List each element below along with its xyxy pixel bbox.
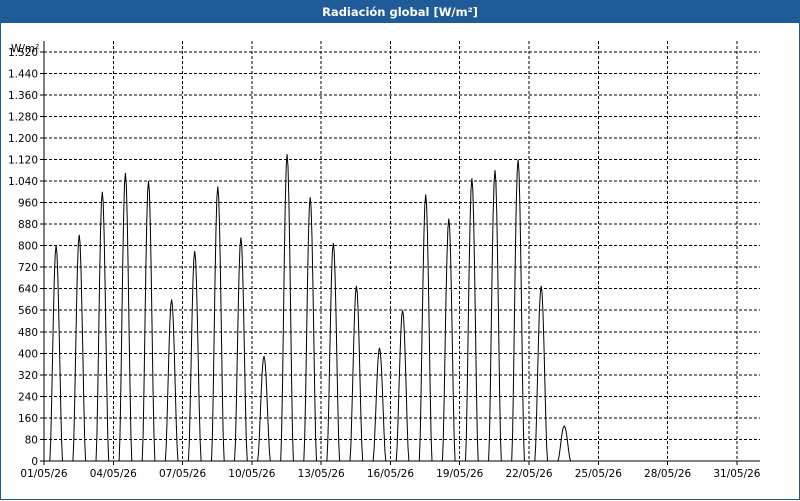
x-tick-label: 13/05/26 (298, 468, 345, 480)
grid-lines (44, 41, 760, 461)
x-tick-label: 04/05/26 (90, 468, 137, 480)
x-tick-label: 28/05/26 (644, 468, 691, 480)
x-tick-label: 16/05/26 (367, 468, 414, 480)
y-tick-label: 400 (18, 348, 38, 360)
y-tick-label: 240 (18, 391, 38, 403)
axes (40, 41, 760, 465)
y-tick-label: 1.440 (8, 68, 38, 80)
y-tick-label: 1.280 (8, 111, 38, 123)
y-tick-label: 1.120 (8, 154, 38, 166)
x-tick-label: 22/05/26 (505, 468, 552, 480)
x-tick-label: 31/05/26 (713, 468, 760, 480)
radiation-series (44, 154, 576, 462)
y-tick-label: 80 (25, 434, 38, 446)
radiation-line (44, 154, 576, 462)
x-tick-label: 10/05/26 (228, 468, 275, 480)
y-tick-label: 960 (18, 198, 38, 210)
y-tick-label: 320 (18, 370, 38, 382)
x-tick-label: 19/05/26 (436, 468, 483, 480)
y-axis-unit-label: W/m² (11, 43, 39, 55)
y-tick-labels: 0 80 160 240 320 400 480 560 640 720 800 880 960 1.04… (8, 47, 38, 468)
y-tick-label: 560 (18, 305, 38, 317)
y-tick-label: 0 (31, 456, 38, 468)
x-tick-labels: 01/05/26 04/05/26 07/05/26 10/05/26 13/05/26… (20, 468, 760, 480)
y-tick-label: 880 (18, 219, 38, 231)
y-tick-label: 480 (18, 327, 38, 339)
x-tick-label: 25/05/26 (575, 468, 622, 480)
y-tick-label: 1.200 (8, 133, 38, 145)
y-tick-label: 640 (18, 284, 38, 296)
x-tick-label: 07/05/26 (159, 468, 206, 480)
y-tick-label: 1.040 (8, 176, 38, 188)
radiation-chart: 0 80 160 240 320 400 480 560 640 720 800 880 960 1.04… (8, 41, 761, 480)
chart-window: Radiación global [W/m²] 0 80 160 240 320 400 4… (0, 0, 800, 500)
y-tick-label: 720 (18, 262, 38, 274)
y-tick-label: 1.360 (8, 90, 38, 102)
y-tick-label: 160 (18, 413, 38, 425)
y-tick-label: 800 (18, 241, 38, 253)
x-tick-label: 01/05/26 (20, 468, 67, 480)
